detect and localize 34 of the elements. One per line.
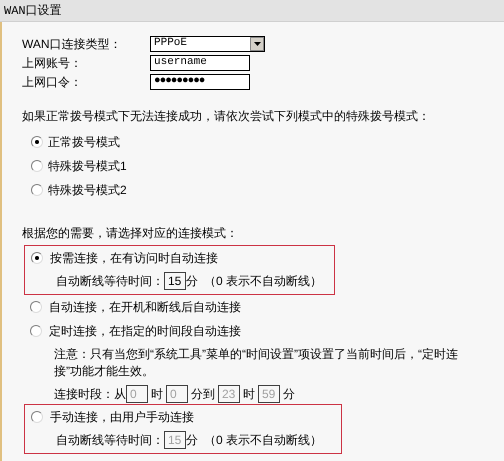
dial-mode-label: 特殊拨号模式2	[48, 182, 127, 199]
radio-button[interactable]	[31, 136, 43, 148]
connection-mode-label: 手动连接，由用户手动连接	[50, 409, 194, 426]
radio-button[interactable]	[30, 301, 42, 313]
connection-mode-label: 按需连接，在有访问时自动连接	[50, 250, 218, 267]
account-field[interactable]: username	[150, 54, 250, 70]
connection-mode-prompt: 根据您的需要，请选择对应的连接模式：	[22, 225, 239, 241]
connection-type-select[interactable]: PPPoE	[150, 36, 265, 52]
field-label: 上网口令：	[22, 74, 83, 90]
wait-note: （0 表示不自动断线）	[204, 273, 322, 290]
unit-label: 分	[283, 386, 295, 403]
wait-time-label: 自动断线等待时间：	[56, 432, 164, 449]
schedule-label: 连接时段：从	[54, 386, 126, 403]
schedule-note: 注意：只有当您到“系统工具”菜单的“时间设置”项设置了当前时间后，“定时连接”功能才能生效。	[54, 346, 459, 380]
unit-label: 分	[186, 432, 198, 449]
password-field[interactable]: ●●●●●●●●●	[150, 74, 250, 90]
wait-time-label: 自动断线等待时间：	[56, 273, 164, 290]
radio-button[interactable]	[31, 160, 43, 172]
dial-mode-prompt: 如果正常拨号模式下无法连接成功，请依次尝试下列模式中的特殊拨号模式：	[22, 108, 431, 124]
connection-mode-label: 自动连接，在开机和断线后自动连接	[49, 299, 241, 316]
field-label: WAN口连接类型：	[22, 36, 123, 52]
unit-label: 分	[186, 273, 198, 290]
connection-mode-label: 定时连接，在指定的时间段自动连接	[49, 323, 241, 340]
field-label: 上网账号：	[22, 54, 83, 72]
wait-note: （0 表示不自动断线）	[204, 432, 322, 449]
number-field[interactable]: 15	[164, 272, 186, 290]
unit-label: 时	[243, 386, 255, 403]
section-title: WAN口设置	[4, 2, 62, 20]
dial-mode-label: 特殊拨号模式1	[48, 158, 127, 175]
radio-button[interactable]	[31, 252, 43, 264]
radio-button[interactable]	[31, 184, 43, 196]
unit-label: 分到	[191, 386, 215, 403]
dial-mode-label: 正常拨号模式	[48, 134, 120, 151]
unit-label: 时	[151, 386, 163, 403]
